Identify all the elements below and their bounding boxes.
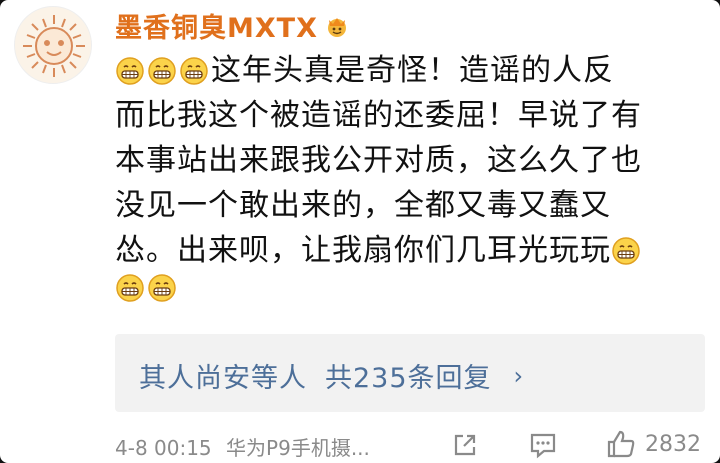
grinning-face-icon [115,56,145,86]
comment-source: 华为P9手机摄... [226,436,370,460]
grinning-face-icon [611,236,641,266]
content-text: 这年头真是奇怪！造谣的人反 [211,53,614,88]
chevron-right-icon: › [513,361,525,390]
comment-date: 4-8 00:15 [115,436,212,460]
reply-count: 共235条回复 [325,363,492,394]
grinning-face-icon [147,56,177,86]
comment-card: 墨香铜臭MXTX 这年头真是奇怪！造谣的人反 而比我这个被造谣的还委屈！早说了有… [0,0,720,463]
content-line-3: 本事站出来跟我公开对质，这么久了也 [115,138,705,183]
like-count: 2832 [645,432,701,457]
content-line-5: 怂。出来呗，让我扇你们几耳光玩玩 [115,228,705,273]
content-text: 没见一个敢出来的，全都又毒又蠢又 [115,188,611,223]
sun-avatar-icon [23,15,85,77]
grinning-face-icon [147,273,177,303]
replies-summary[interactable]: 其人尚安等人 共235条回复 › [139,356,524,395]
username-text: 墨香铜臭MXTX [115,13,318,44]
grinning-face-icon [115,273,145,303]
content-line-1: 这年头真是奇怪！造谣的人反 [115,48,705,93]
comment-content: 这年头真是奇怪！造谣的人反 而比我这个被造谣的还委屈！早说了有 本事站出来跟我公… [115,48,705,303]
content-line-2: 而比我这个被造谣的还委屈！早说了有 [115,93,705,138]
replies-preview[interactable]: 其人尚安等人 共235条回复 › [115,334,705,412]
grinning-face-icon [179,56,209,86]
share-icon[interactable] [450,430,480,460]
comment-meta: 4-8 00:15 华为P9手机摄... [115,432,370,461]
content-line-4: 没见一个敢出来的，全都又毒又蠢又 [115,183,705,228]
reply-names: 其人尚安等人 [139,363,307,394]
crown-badge-icon [324,14,350,38]
content-text: 怂。出来呗，让我扇你们几耳光玩玩 [115,233,611,268]
username[interactable]: 墨香铜臭MXTX [115,6,350,45]
content-line-6 [115,273,705,303]
comment-footer: 4-8 00:15 华为P9手机摄... 2832 [115,430,715,463]
thumbs-up-icon[interactable] [605,428,637,460]
avatar[interactable] [14,6,92,84]
comment-icon[interactable] [528,430,558,460]
content-text: 而比我这个被造谣的还委屈！早说了有 [115,98,642,133]
content-text: 本事站出来跟我公开对质，这么久了也 [115,143,642,178]
